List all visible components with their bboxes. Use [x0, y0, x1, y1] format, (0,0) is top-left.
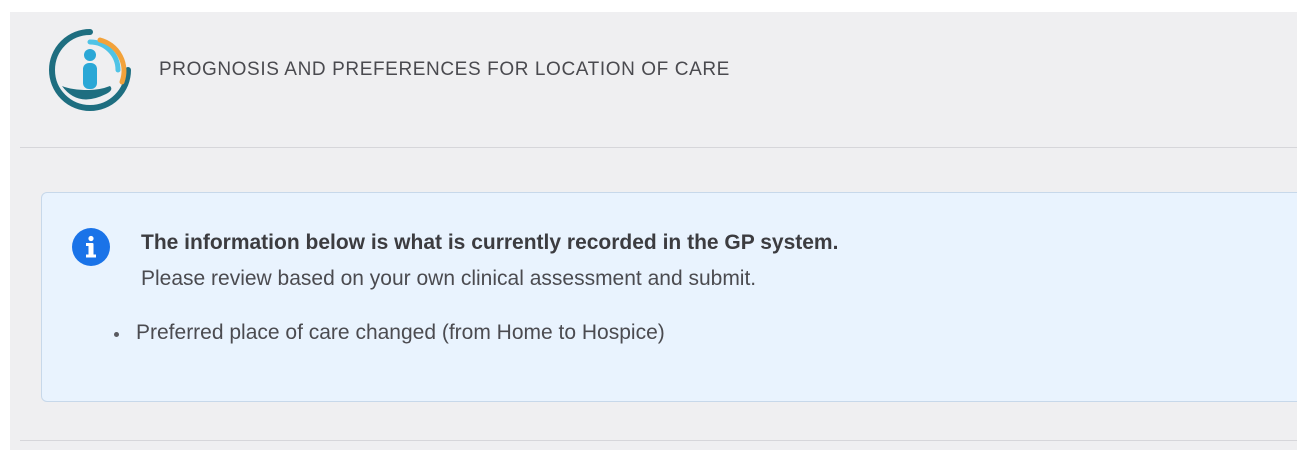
info-heading: The information below is what is current…: [141, 231, 839, 254]
info-icon: [72, 228, 110, 266]
care-person-hand-logo: [49, 29, 131, 111]
page-title: PROGNOSIS AND PREFERENCES FOR LOCATION O…: [159, 59, 730, 80]
section-divider: [20, 440, 1297, 441]
list-item: Preferred place of care changed (from Ho…: [110, 321, 665, 345]
care-section-panel: PROGNOSIS AND PREFERENCES FOR LOCATION O…: [10, 12, 1297, 450]
bullet-icon: [114, 332, 119, 337]
change-list: Preferred place of care changed (from Ho…: [110, 321, 665, 345]
info-alert: The information below is what is current…: [41, 192, 1297, 402]
list-item-text: Preferred place of care changed (from Ho…: [136, 321, 665, 344]
section-header: PROGNOSIS AND PREFERENCES FOR LOCATION O…: [20, 12, 1297, 148]
info-subtext: Please review based on your own clinical…: [141, 267, 757, 290]
